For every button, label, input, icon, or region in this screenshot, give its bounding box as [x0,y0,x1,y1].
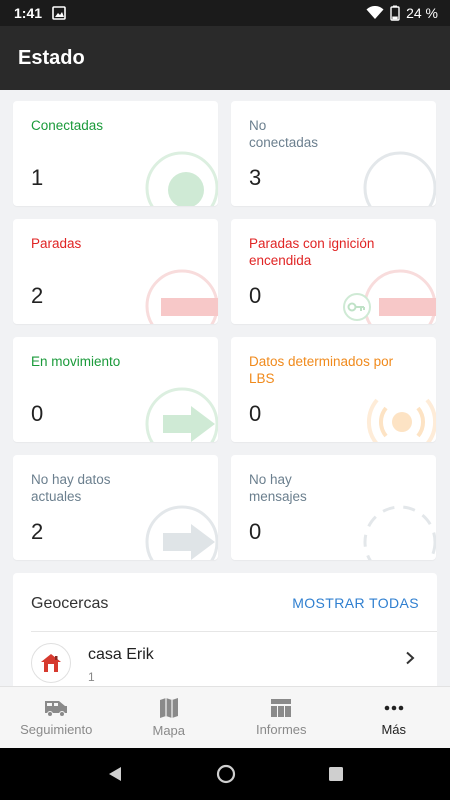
ignition-key-icon [343,269,436,324]
card-value: 0 [249,401,262,426]
show-all-button[interactable]: MOSTRAR TODAS [292,595,419,611]
lbs-signal-icon [366,398,436,442]
card-stopped-ignition[interactable]: Paradas con ignición encendida 0 [231,219,436,324]
home-icon[interactable] [216,764,236,784]
house-avatar-icon [31,643,71,683]
content-area: Conectadas 1 No conectadas 3 Paradas 2 P… [0,90,450,686]
image-notification-icon [52,6,66,20]
card-no-messages[interactable]: No hay mensajes 0 [231,455,436,560]
divider [31,631,437,632]
battery-icon [390,5,400,21]
card-label: No hay datos actuales [31,472,111,504]
disconnected-circle-icon [363,151,436,206]
tab-mapa[interactable]: Mapa [113,687,226,748]
app-bar: Estado [0,26,450,90]
card-value: 0 [31,401,44,426]
no-messages-dashed-icon [363,505,436,560]
connected-circle-icon [145,151,218,206]
tab-label: Más [381,722,407,737]
system-nav-bar [0,748,450,800]
card-value: 1 [31,165,44,190]
status-bar: 1:41 24 % [0,0,450,26]
card-no-current-data[interactable]: No hay datos actuales 2 [13,455,218,560]
tab-seguimiento[interactable]: Seguimiento [0,687,113,748]
stopped-icon [145,269,218,324]
geofence-name[interactable]: casa Erik [88,646,154,664]
tab-mas[interactable]: Más [338,687,450,748]
bottom-nav: Seguimiento Mapa Informes Más [0,686,450,748]
chevron-right-icon[interactable] [405,651,415,665]
tab-label: Mapa [152,723,186,738]
tab-label: Informes [255,722,307,737]
card-value: 3 [249,165,262,190]
battery-level: 24 % [406,5,438,21]
card-label: Paradas [31,236,82,251]
van-icon [45,701,68,717]
moving-arrow-icon [145,387,218,442]
card-connected[interactable]: Conectadas 1 [13,101,218,206]
page-title: Estado [18,46,85,69]
card-value: 2 [31,519,44,544]
table-icon [271,699,292,717]
card-moving[interactable]: En movimiento 0 [13,337,218,442]
card-lbs[interactable]: Datos determinados por LBS 0 [231,337,436,442]
status-time: 1:41 [14,5,43,21]
card-value: 0 [249,283,262,308]
tab-label: Seguimiento [20,722,93,737]
wifi-icon [366,6,384,19]
geofences-card: Geocercas MOSTRAR TODAS casa Erik 1 [13,573,437,686]
recents-icon[interactable] [328,766,344,782]
card-label: No hay mensajes [249,472,307,504]
card-value: 2 [31,283,44,308]
card-label: Conectadas [31,118,104,133]
back-icon[interactable] [106,765,124,783]
geofences-title: Geocercas [31,595,109,612]
tab-informes[interactable]: Informes [225,687,338,748]
card-not-connected[interactable]: No conectadas 3 [231,101,436,206]
card-label: No conectadas [249,118,319,150]
card-label: En movimiento [31,354,121,369]
card-stopped[interactable]: Paradas 2 [13,219,218,324]
geofence-count: 1 [88,670,95,684]
more-icon [384,705,404,711]
card-value: 0 [249,519,262,544]
no-data-arrow-icon [145,505,218,560]
map-icon [159,698,178,718]
